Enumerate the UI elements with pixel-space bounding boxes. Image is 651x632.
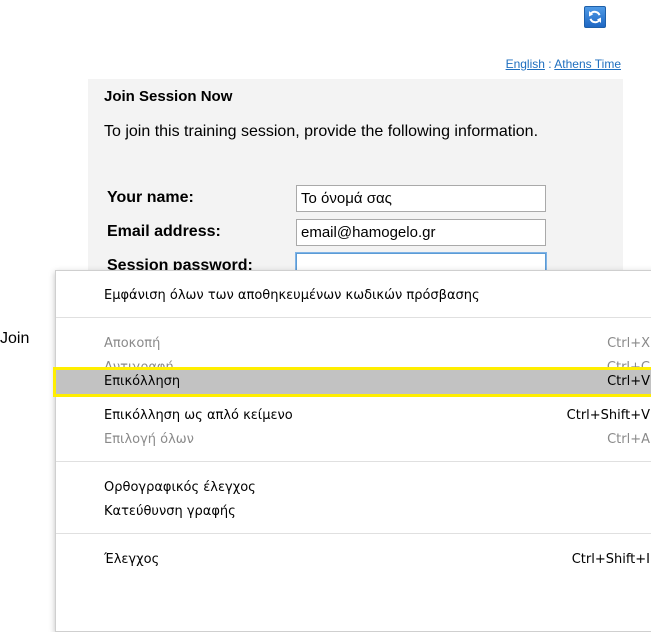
menu-spellcheck[interactable]: Ορθογραφικός έλεγχος [56,476,651,500]
context-menu: Εμφάνιση όλων των αποθηκευμένων κωδικών … [53,270,651,632]
join-button-partial: Join [0,330,30,347]
menu-item-label: Επικόλληση [104,374,181,389]
menu-separator [56,533,651,534]
menu-paste[interactable]: Επικόλληση Ctrl+V [53,367,651,397]
menu-paste-plain[interactable]: Επικόλληση ως απλό κείμενο Ctrl+Shift+V [56,404,651,428]
refresh-button[interactable] [584,6,606,28]
email-field[interactable]: email@hamogelo.gr [296,219,546,246]
menu-shortcut: Ctrl+Shift+I [571,552,650,567]
timezone-link[interactable]: Athens Time [554,57,621,71]
join-session-panel: Join Session Now To join this training s… [88,79,623,281]
menu-item-label: Επικόλληση ως απλό κείμενο [104,408,293,423]
menu-shortcut: Ctrl+Shift+V [566,408,650,423]
menu-shortcut: Ctrl+V [607,374,650,389]
menu-shortcut: Ctrl+X [607,336,650,351]
menu-writing-direction[interactable]: Κατεύθυνση γραφής [56,500,651,524]
menu-item-label: Αποκοπή [104,336,161,351]
menu-item-label: Επιλογή όλων [104,432,194,447]
menu-item-label: Ορθογραφικός έλεγχος [104,480,256,495]
name-field[interactable]: Το όνομά σας [296,185,546,212]
menu-inspect[interactable]: Έλεγχος Ctrl+Shift+I [56,548,651,572]
email-label: Email address: [107,223,221,240]
menu-show-passwords[interactable]: Εμφάνιση όλων των αποθηκευμένων κωδικών … [56,284,651,308]
menu-shortcut: Ctrl+A [607,432,650,447]
menu-separator [56,461,651,462]
menu-cut[interactable]: Αποκοπή Ctrl+X [56,332,651,356]
menu-item-label: Έλεγχος [104,552,160,567]
refresh-icon [589,10,601,24]
panel-intro: To join this training session, provide t… [104,123,539,140]
top-links: English : Athens Time [506,57,621,71]
menu-select-all[interactable]: Επιλογή όλων Ctrl+A [56,428,651,452]
menu-separator [56,317,651,318]
language-link[interactable]: English [506,57,545,71]
menu-item-label: Κατεύθυνση γραφής [104,504,236,519]
menu-item-label: Εμφάνιση όλων των αποθηκευμένων κωδικών … [104,288,480,303]
panel-title: Join Session Now [104,88,233,105]
link-separator: : [548,57,552,71]
name-label: Your name: [107,189,194,206]
